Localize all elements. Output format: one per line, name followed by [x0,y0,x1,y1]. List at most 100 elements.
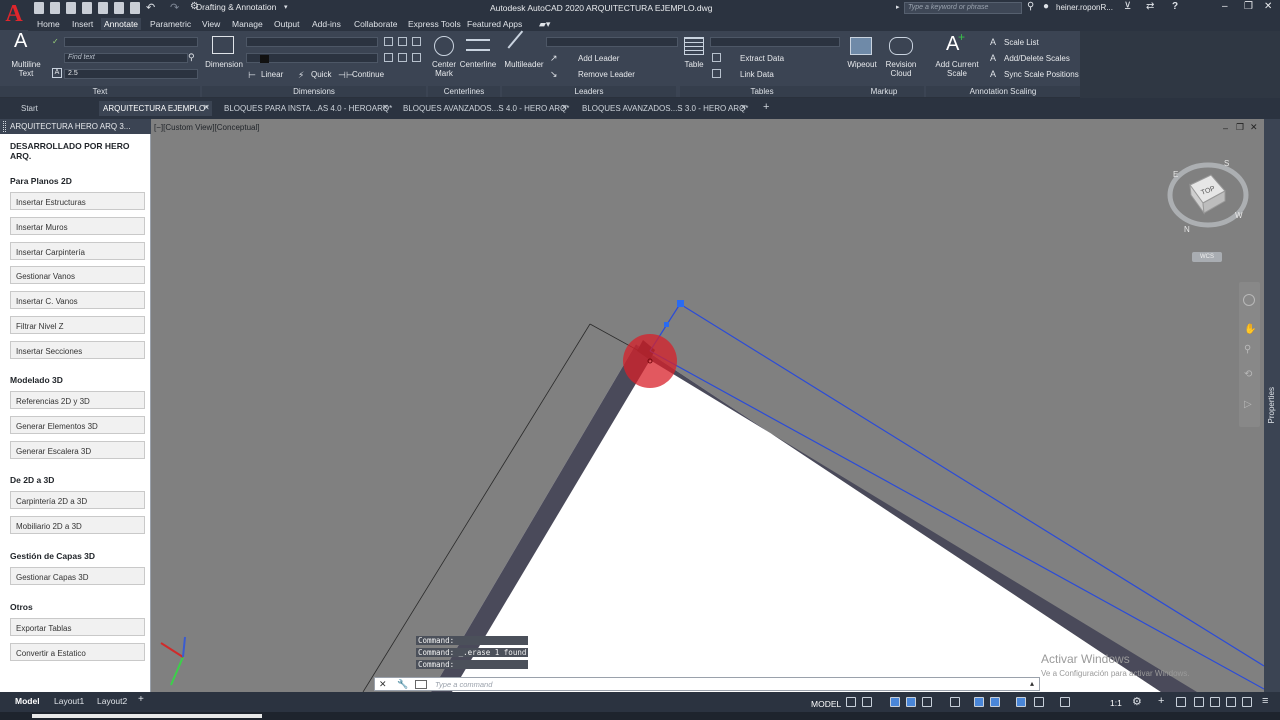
linear-dim-icon[interactable]: ⊢ [248,70,256,81]
insertar-secciones-button[interactable]: Insertar Secciones [10,341,145,359]
insertar-estructuras-button[interactable]: Insertar Estructuras [10,192,145,210]
doc-tab-bloques-avanzados-3[interactable]: BLOQUES AVANZADOS...S 3.0 - HERO ARQ* [582,104,748,113]
properties-tab[interactable]: Properties [1267,387,1276,423]
steering-wheel-icon[interactable] [1243,294,1255,306]
remove-leader-button[interactable]: Remove Leader [578,70,635,79]
tab-insert[interactable]: Insert [69,18,96,30]
dim-style-select[interactable] [246,37,378,47]
tab-home[interactable]: Home [34,18,63,30]
quick-button[interactable]: Quick [311,70,331,79]
tab-collaborate[interactable]: Collaborate [351,18,400,30]
markup-panel-title[interactable]: Markup [844,86,924,97]
command-input[interactable]: Type a command [435,680,492,689]
add-current-scale-button[interactable]: Add Current Scale [928,60,986,78]
new-icon[interactable] [34,2,44,14]
binoculars-icon[interactable]: ⚲ [1027,1,1034,12]
add-leader-button[interactable]: Add Leader [578,54,619,63]
tab-output[interactable]: Output [271,18,303,30]
grip-handle-mid[interactable] [664,322,669,327]
continue-button[interactable]: Continue [352,70,384,79]
generar-escalera-3d-button[interactable]: Generar Escalera 3D [10,441,145,459]
spell-check-icon[interactable]: ✓ [52,37,59,46]
tab-annotate[interactable]: Annotate [101,18,142,30]
tab-view[interactable]: View [199,18,223,30]
scale-list-button[interactable]: Scale List [1004,38,1039,47]
dim-space-icon[interactable] [412,37,421,46]
dimension-button[interactable]: Dimension [202,60,246,69]
drawing-canvas[interactable] [151,119,1264,692]
object-snap-icon[interactable] [974,697,984,707]
add-delete-scales-icon[interactable]: A [990,53,996,63]
new-tab-icon[interactable]: + [763,101,769,113]
restore-icon[interactable]: ❐ [1244,1,1253,12]
exchange-icon[interactable]: ⇄ [1146,1,1154,12]
revision-cloud-button[interactable]: Revision Cloud [882,60,920,78]
chevron-right-icon[interactable]: ▸ [896,3,900,11]
undo-icon[interactable]: ↶ [146,1,155,14]
grip-handle[interactable] [677,300,684,307]
ortho-icon[interactable] [890,697,900,707]
dimensions-panel-title[interactable]: Dimensions [202,86,426,97]
link-data-button[interactable]: Link Data [740,70,774,79]
insertar-c-vanos-button[interactable]: Insertar C. Vanos [10,291,145,309]
model-space-toggle[interactable]: MODEL [811,699,841,709]
close-tab-icon[interactable]: ✕ [740,103,747,112]
tab-featured-apps[interactable]: Featured Apps [464,18,525,30]
viewport-minimize-icon[interactable]: – [1223,123,1228,133]
snap-icon[interactable] [862,697,872,707]
orbit-icon[interactable]: ⟲ [1244,369,1252,380]
object-snap-tracking-icon[interactable] [950,697,960,707]
mleader-style-select[interactable] [546,37,678,47]
tab-manage[interactable]: Manage [229,18,266,30]
drawing-viewport[interactable]: TOP S E N W WCS ✋ ⚲ ⟲ ▷ – ❐ ✕ [151,119,1264,692]
leaders-panel-title[interactable]: Leaders [502,86,676,97]
multiline-text-icon[interactable]: A [14,31,27,51]
search-icon[interactable]: ⚲ [188,52,195,63]
table-icon[interactable] [684,37,704,55]
quick-properties-icon[interactable] [1194,697,1204,707]
chevron-up-icon[interactable]: ▴ [1030,679,1034,688]
viewport-close-icon[interactable]: ✕ [1250,122,1258,133]
grid-icon[interactable] [846,697,856,707]
viewcube-west[interactable]: W [1235,211,1243,220]
doc-tab-arquitectura[interactable]: ARQUITECTURA EJEMPLO* [99,101,213,116]
dim-inspect-icon[interactable] [384,53,393,62]
open-web-icon[interactable] [98,2,108,14]
add-delete-scales-button[interactable]: Add/Delete Scales [1004,54,1070,63]
carpinteria-2d-3d-button[interactable]: Carpintería 2D a 3D [10,491,145,509]
doc-tab-bloques-avanzados-4[interactable]: BLOQUES AVANZADOS...S 4.0 - HERO ARQ* [403,104,569,113]
link-data-icon[interactable] [712,69,721,78]
quick-dim-icon[interactable]: ⚡ [298,70,304,81]
tab-add-ins[interactable]: Add-ins [309,18,344,30]
zoom-icon[interactable]: ⚲ [1244,344,1251,355]
viewcube-north[interactable]: N [1184,225,1190,234]
layout-tab-layout1[interactable]: Layout1 [54,696,84,706]
revision-cloud-icon[interactable] [889,37,913,55]
tables-panel-title[interactable]: Tables [680,86,844,97]
isodraft-icon[interactable] [922,697,932,707]
multiline-text-button[interactable]: Multiline Text [6,60,46,78]
extract-data-button[interactable]: Extract Data [740,54,784,63]
dim-break-icon[interactable] [398,37,407,46]
dimension-icon[interactable] [212,36,234,54]
gizmo-icon[interactable] [1034,697,1044,707]
help-icon[interactable]: ? [1172,1,1178,12]
mobiliario-2d-3d-button[interactable]: Mobiliario 2D a 3D [10,516,145,534]
wipeout-button[interactable]: Wipeout [844,60,880,69]
dim-update-icon[interactable] [412,53,421,62]
annotation-scale[interactable]: 1:1 [1110,698,1122,708]
video-icon[interactable]: ▰▾ [536,18,553,31]
pan-icon[interactable]: ✋ [1244,324,1256,335]
isolate-objects-icon[interactable] [1226,697,1236,707]
layout-tab-model[interactable]: Model [15,696,40,706]
add-scale-icon[interactable]: A + [946,30,965,56]
convertir-estatico-button[interactable]: Convertir a Estatico [10,643,145,661]
text-panel-title[interactable]: Text [0,86,200,97]
user-name[interactable]: heiner.roponR... [1056,3,1113,12]
centerlines-panel-title[interactable]: Centerlines [428,86,500,97]
command-line[interactable]: ✕ 🔧 Type a command ▴ [374,677,1040,691]
hardware-acceleration-icon[interactable] [1242,697,1252,707]
insertar-carpinteria-button[interactable]: Insertar Carpintería [10,242,145,260]
remove-leader-icon[interactable]: ↘ [550,69,558,80]
wcs-button[interactable]: WCS [1192,252,1222,262]
